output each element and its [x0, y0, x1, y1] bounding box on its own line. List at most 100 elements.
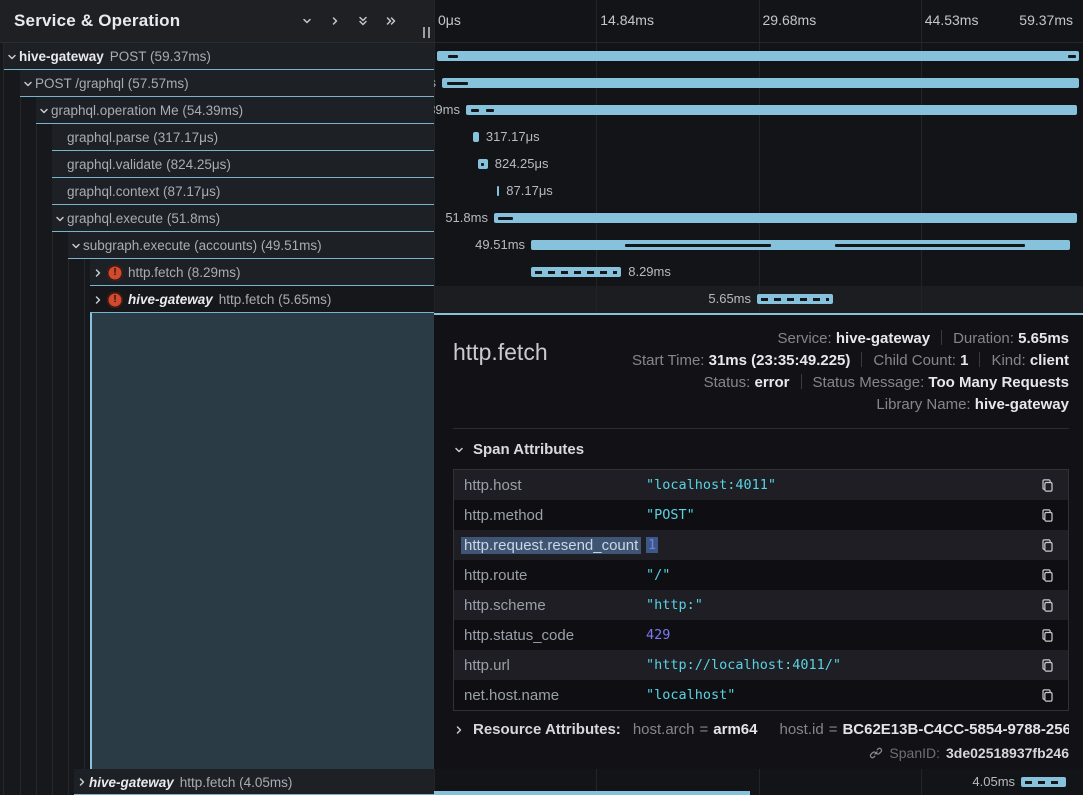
copy-icon[interactable] — [1026, 508, 1068, 523]
timeline-row: 824.25μs — [434, 151, 1083, 178]
chevron-down-icon[interactable] — [68, 240, 83, 252]
chevron-right-icon — [453, 724, 465, 736]
span-bar[interactable] — [497, 186, 499, 196]
ruler-tick: 0μs — [438, 12, 461, 28]
double-chevron-right-icon[interactable] — [384, 14, 398, 28]
span-bar[interactable] — [442, 78, 1079, 88]
meta-value: Too Many Requests — [928, 374, 1069, 391]
span-attributes-header[interactable]: Span Attributes — [453, 441, 1069, 458]
attribute-row: http.status_code429 — [454, 620, 1068, 650]
tree-row[interactable]: graphql.operation Me (54.39ms) — [0, 97, 434, 124]
span-bar[interactable] — [531, 240, 1070, 250]
span-bar[interactable] — [494, 213, 1077, 223]
attribute-key: http.url — [454, 657, 646, 674]
attribute-value: "localhost" — [646, 687, 1026, 703]
span-bar[interactable] — [466, 105, 1077, 115]
timeline-rows: 57.57ms54.39ms317.17μs824.25μs87.17μs51.… — [434, 43, 1083, 313]
resource-value: BC62E13B-C4CC-5854-9788-2568... — [842, 721, 1069, 738]
tree-row[interactable]: subgraph.execute (accounts) (49.51ms) — [0, 232, 434, 259]
chevron-down-icon[interactable] — [300, 14, 314, 28]
operation-label: graphql.operation Me (54.39ms) — [51, 103, 243, 118]
double-chevron-down-icon[interactable] — [356, 14, 370, 28]
child-span-mark — [486, 109, 494, 112]
duration-label: 5.65ms — [708, 291, 751, 306]
trace-viewer: Service & Operation hive-gatewayPOST (59… — [0, 0, 1083, 795]
tree-row[interactable]: graphql.validate (824.25μs) — [0, 151, 434, 178]
chevron-right-icon[interactable] — [90, 294, 105, 306]
error-icon: ! — [107, 265, 123, 281]
equals-sign: = — [700, 721, 709, 738]
chevron-down-icon[interactable] — [4, 51, 19, 63]
copy-icon[interactable] — [1026, 568, 1068, 583]
service-operation-panel: Service & Operation hive-gatewayPOST (59… — [0, 0, 434, 795]
span-attributes-table: http.host"localhost:4011"http.method"POS… — [453, 469, 1069, 711]
resource-attributes-row[interactable]: Resource Attributes:host.arch=arm64host.… — [453, 721, 1069, 738]
span-bar[interactable] — [437, 51, 1079, 61]
ruler-tick: 44.53ms — [925, 12, 979, 28]
timeline-bottom-row: 4.05ms — [434, 769, 1083, 795]
copy-icon[interactable] — [1026, 658, 1068, 673]
copy-icon[interactable] — [1026, 688, 1068, 703]
tree-row[interactable]: hive-gatewayPOST (59.37ms) — [0, 43, 434, 70]
attribute-value: "http:" — [646, 597, 1026, 613]
tree-toolbar — [300, 14, 398, 28]
resource-key: host.arch — [633, 721, 695, 738]
span-bar[interactable] — [757, 294, 833, 304]
span-bar[interactable] — [531, 267, 621, 277]
chevron-down-icon[interactable] — [20, 78, 35, 90]
meta-value: 5.65ms — [1018, 330, 1069, 347]
duration-label: 51.8ms — [445, 210, 488, 225]
tree-row[interactable]: hive-gatewayhttp.fetch (4.05ms) — [0, 769, 434, 795]
ruler-tick: 29.68ms — [763, 12, 817, 28]
timeline-row: 51.8ms — [434, 205, 1083, 232]
chevron-right-icon[interactable] — [74, 776, 89, 788]
ruler-tick: 14.84ms — [600, 12, 654, 28]
attribute-row: http.route"/" — [454, 560, 1068, 590]
child-span-mark — [447, 82, 468, 85]
bottom-tree-row-wrap: hive-gatewayhttp.fetch (4.05ms) — [0, 769, 434, 795]
attribute-row: http.method"POST" — [454, 500, 1068, 530]
link-icon[interactable] — [869, 746, 883, 760]
meta-value: 31ms (23:35:49.225) — [709, 352, 851, 369]
meta-value: 1 — [960, 352, 968, 369]
timeline-panel: 0μs14.84ms29.68ms44.53ms59.37ms 57.57ms5… — [434, 0, 1083, 795]
timeline-row: 54.39ms — [434, 97, 1083, 124]
copy-icon[interactable] — [1026, 478, 1068, 493]
meta-separator — [979, 352, 980, 367]
attribute-value: "http://localhost:4011/" — [646, 657, 1026, 673]
span-id-label: SpanID: — [889, 745, 940, 761]
dashed-span-pattern — [1025, 781, 1062, 784]
tree-row[interactable]: POST /graphql (57.57ms) — [0, 70, 434, 97]
attribute-key: net.host.name — [454, 687, 646, 704]
copy-icon[interactable] — [1026, 538, 1068, 553]
span-detail-panel: http.fetch Service: hive-gatewayDuration… — [434, 313, 1083, 769]
span-bar[interactable] — [478, 159, 488, 169]
panel-resize-handle[interactable] — [423, 27, 430, 38]
operation-label: graphql.parse (317.17μs) — [67, 130, 218, 145]
chevron-down-icon — [453, 444, 465, 456]
chevron-down-icon[interactable] — [52, 213, 67, 225]
copy-icon[interactable] — [1026, 598, 1068, 613]
copy-icon[interactable] — [1026, 628, 1068, 643]
meta-line: Status: errorStatus Message: Too Many Re… — [548, 372, 1069, 394]
tree-row[interactable]: !hive-gatewayhttp.fetch (5.65ms) — [0, 286, 434, 313]
span-bar[interactable] — [1021, 777, 1066, 787]
timeline-row: 49.51ms — [434, 232, 1083, 259]
operation-label: http.fetch (8.29ms) — [128, 265, 241, 280]
attribute-row: http.scheme"http:" — [454, 590, 1068, 620]
chevron-down-icon[interactable] — [36, 105, 51, 117]
tree-row[interactable]: ! http.fetch (8.29ms) — [0, 259, 434, 286]
timeline-row: 317.17μs — [434, 124, 1083, 151]
meta-value: hive-gateway — [836, 330, 930, 347]
tree-row[interactable]: graphql.execute (51.8ms) — [0, 205, 434, 232]
tree-row[interactable]: graphql.context (87.17μs) — [0, 178, 434, 205]
operation-label: graphql.execute (51.8ms) — [67, 211, 220, 226]
chevron-right-icon[interactable] — [90, 267, 105, 279]
tree-row[interactable]: graphql.parse (317.17μs) — [0, 124, 434, 151]
meta-label: Duration: — [953, 330, 1018, 347]
span-bar[interactable] — [473, 132, 479, 142]
child-span-mark — [481, 163, 484, 166]
dashed-span-pattern — [761, 298, 829, 301]
span-id-row: SpanID: 3de02518937fb246 — [453, 745, 1069, 761]
chevron-right-icon[interactable] — [328, 14, 342, 28]
